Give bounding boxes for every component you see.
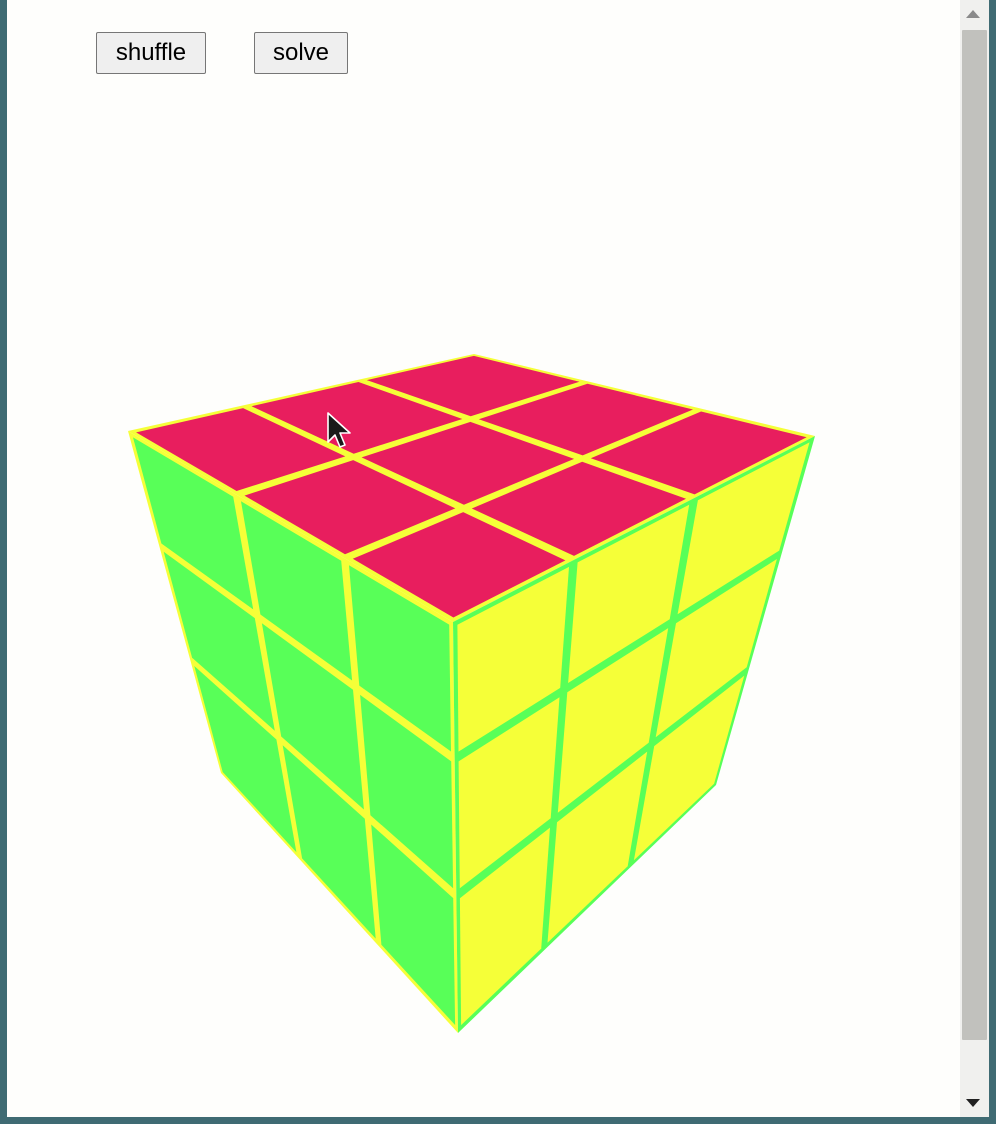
- vertical-scrollbar[interactable]: [960, 0, 989, 1117]
- scroll-up-icon[interactable]: [966, 10, 980, 18]
- window-border-bottom: [0, 1117, 996, 1124]
- scroll-down-icon[interactable]: [966, 1099, 980, 1107]
- scrollbar-thumb[interactable]: [962, 30, 987, 1040]
- arrow-cursor-icon: [327, 412, 351, 448]
- rubiks-cube-canvas[interactable]: [7, 0, 960, 1117]
- window-border-right: [989, 0, 996, 1124]
- page-viewport: shuffle solve: [7, 0, 960, 1117]
